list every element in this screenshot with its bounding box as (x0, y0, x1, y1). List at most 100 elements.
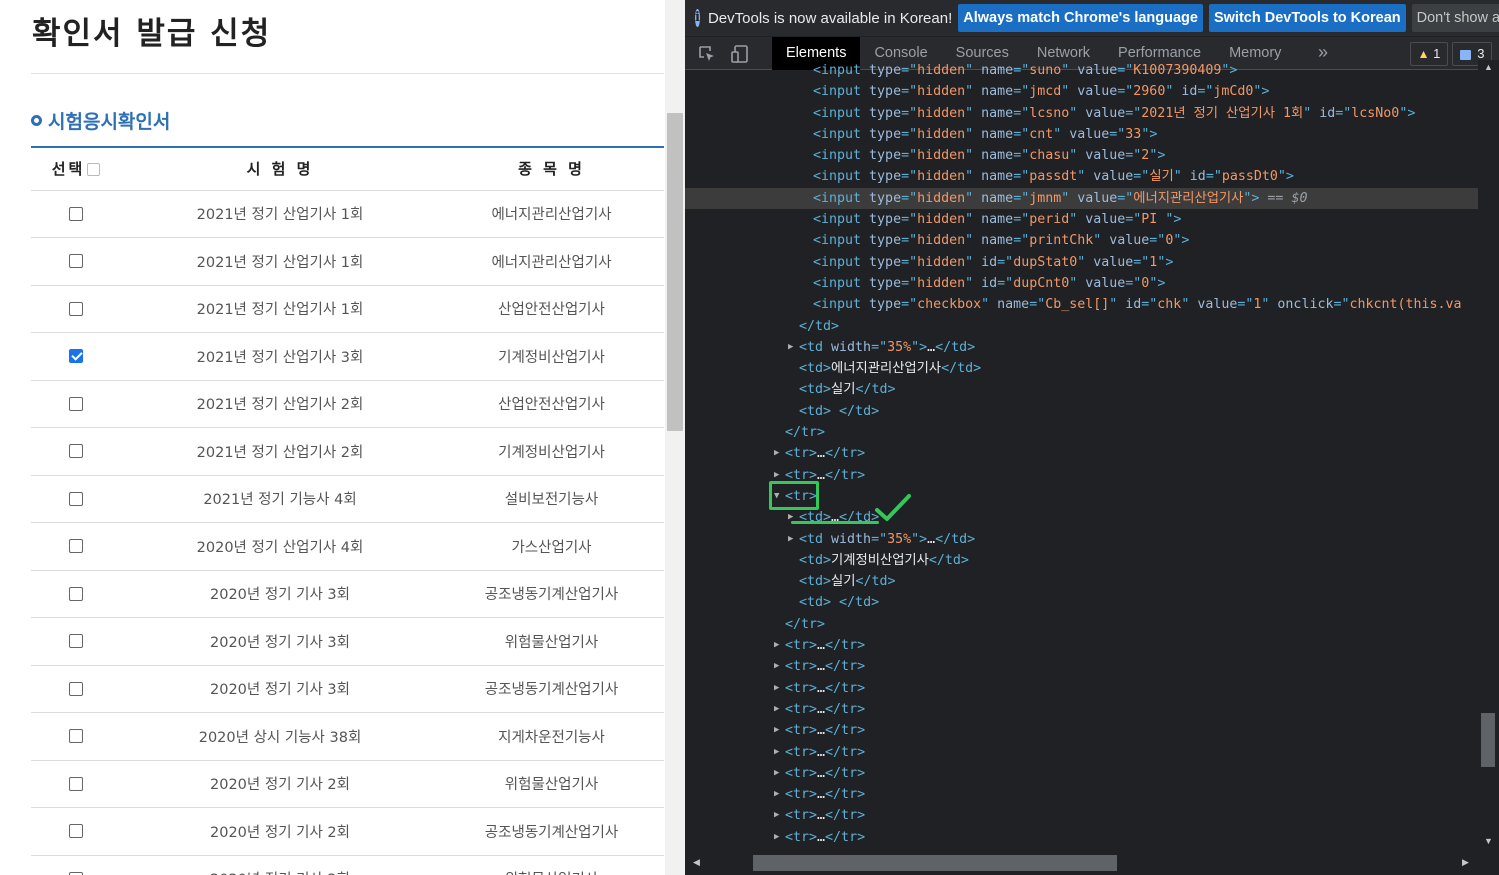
dom-tree-line[interactable]: <input type="hidden" name="chasu" value=… (685, 145, 1478, 166)
page-scrollbar[interactable] (665, 0, 685, 875)
expand-triangle-icon[interactable]: ▶ (774, 784, 779, 805)
dom-token: <td> (799, 552, 832, 568)
dom-tree-line[interactable]: </tr> (685, 614, 1478, 635)
dom-tree-line[interactable]: ▶ <tr>…</tr> (685, 827, 1478, 848)
expand-triangle-icon[interactable]: ▶ (774, 699, 779, 720)
page-scrollbar-thumb[interactable] (667, 113, 683, 431)
dom-tree-line[interactable]: ▶ <tr>…</tr> (685, 635, 1478, 656)
dom-token: lcsNo0 (1351, 105, 1400, 121)
dom-tree-line[interactable]: <td>실기</td> (685, 571, 1478, 592)
dom-tree-line[interactable]: <td> </td> (685, 401, 1478, 422)
dom-tree-line[interactable]: ▶ <tr>…</tr> (685, 784, 1478, 805)
row-checkbox[interactable] (69, 301, 83, 316)
expand-triangle-icon[interactable]: ▶ (774, 827, 779, 848)
dom-token: type (869, 169, 902, 185)
dom-tree-line[interactable]: <input type="hidden" name="suno" value="… (685, 60, 1478, 81)
scroll-left-icon[interactable]: ◀ (693, 857, 700, 868)
dom-tree-line[interactable]: ▶ <tr>…</tr> (685, 805, 1478, 826)
row-checkbox[interactable] (69, 539, 83, 554)
dom-tree-line[interactable]: <td>에너지관리산업기사</td> (685, 358, 1478, 379)
dom-tree-line[interactable]: ▶ <td>…</td> (685, 507, 1478, 528)
dom-tree-horizontal-thumb[interactable] (753, 855, 1117, 871)
dom-token: =" (901, 297, 918, 313)
dom-tree-line[interactable]: ▶ <tr>…</tr> (685, 443, 1478, 464)
scroll-down-icon[interactable]: ▼ (1484, 836, 1493, 846)
dom-tree-line[interactable]: <input type="hidden" name="perid" value=… (685, 209, 1478, 230)
row-checkbox[interactable] (69, 396, 83, 411)
row-checkbox[interactable] (69, 586, 83, 601)
dom-tree-line[interactable]: </tr> (685, 422, 1478, 443)
dom-token: =" (1125, 105, 1142, 121)
expand-triangle-icon[interactable]: ▶ (774, 656, 779, 677)
dom-tree-line[interactable]: ▶ <tr>…</tr> (685, 678, 1478, 699)
exam-name-cell: 2021년 정기 산업기사 3회 (121, 332, 439, 381)
dom-token: "> (1149, 275, 1166, 291)
row-checkbox[interactable] (69, 729, 83, 744)
dom-tree-line[interactable]: <input type="hidden" name="jmcd" value="… (685, 81, 1478, 102)
dom-tree-line[interactable]: <input type="hidden" id="dupCnt0" value=… (685, 273, 1478, 294)
expand-triangle-icon[interactable]: ▶ (774, 635, 779, 656)
dom-tree-line[interactable]: <td> </td> (685, 592, 1478, 613)
dom-tree-line[interactable]: ▶ <td width="35%">…</td> (685, 337, 1478, 358)
section-heading: 시험응시확인서 (31, 107, 170, 134)
dom-tree-line[interactable]: <input type="checkbox" name="Cb_sel[]" i… (685, 294, 1478, 315)
dom-token: "> (1157, 254, 1174, 270)
dom-token: … (817, 744, 826, 760)
dom-tree-line[interactable]: <input type="hidden" name="lcsno" value=… (685, 103, 1478, 124)
scroll-up-icon[interactable]: ▲ (1484, 62, 1493, 72)
dont-show-again-button[interactable]: Don't show a (1411, 4, 1499, 32)
dom-token: <input (813, 126, 870, 142)
dom-token: hidden (917, 148, 966, 164)
expand-triangle-icon[interactable]: ▶ (774, 720, 779, 741)
dom-tree-line[interactable]: <input type="hidden" name="cnt" value="3… (685, 124, 1478, 145)
dom-token: hidden (917, 233, 966, 249)
row-checkbox[interactable] (69, 681, 83, 696)
row-checkbox[interactable] (69, 776, 83, 791)
dom-tree-line[interactable]: <input type="hidden" name="printChk" val… (685, 230, 1478, 251)
row-checkbox[interactable] (69, 824, 83, 839)
dom-tree-line[interactable]: </td> (685, 316, 1478, 337)
dom-tree-line[interactable]: <input type="hidden" name="jmnm" value="… (685, 187, 1478, 210)
table-row: 2021년 정기 산업기사 2회 산업안전산업기사 (31, 380, 664, 428)
dom-tree-line[interactable]: ▶ <td width="35%">…</td> (685, 529, 1478, 550)
expand-triangle-icon[interactable]: ▶ (774, 678, 779, 699)
dom-tree-line[interactable]: ▶ <tr>…</tr> (685, 699, 1478, 720)
dom-tree-line[interactable]: ▶ <tr>…</tr> (685, 656, 1478, 677)
expand-triangle-icon[interactable]: ▶ (788, 529, 793, 550)
always-match-language-button[interactable]: Always match Chrome's language (958, 4, 1203, 32)
row-checkbox[interactable] (69, 206, 83, 221)
dom-token: … (817, 808, 826, 824)
row-checkbox[interactable] (69, 491, 83, 506)
dom-tree-line[interactable]: ▶ <tr>…</tr> (685, 742, 1478, 763)
table-row: 2020년 정기 기사 2회위험물산업기사 (31, 855, 664, 875)
expand-triangle-icon[interactable]: ▶ (788, 507, 793, 528)
expand-triangle-icon[interactable]: ▶ (774, 763, 779, 784)
dom-tree-vertical-thumb[interactable] (1481, 713, 1495, 767)
dom-token: name (981, 212, 1014, 228)
dom-token: printChk (1029, 233, 1094, 249)
dom-tree-vertical-scrollbar[interactable]: ▲ ▼ (1478, 60, 1499, 852)
dom-tree-line[interactable]: <input type="hidden" id="dupStat0" value… (685, 252, 1478, 273)
dom-tree-line[interactable]: <td>기계정비산업기사</td> (685, 550, 1478, 571)
dom-tree-horizontal-scrollbar[interactable]: ◀ ▶ (685, 852, 1478, 875)
dom-tree-line[interactable]: ▶ <tr>…</tr> (685, 720, 1478, 741)
dom-token: " (1069, 212, 1086, 228)
dom-token: <input (813, 190, 870, 206)
dom-token: hidden (917, 275, 966, 291)
expand-triangle-icon[interactable]: ▶ (788, 337, 793, 358)
elements-dom-tree[interactable]: <input type="hidden" name="suno" value="… (685, 60, 1478, 852)
dom-tree-line[interactable]: <input type="hidden" name="passdt" value… (685, 166, 1478, 187)
scroll-right-icon[interactable]: ▶ (1462, 857, 1469, 868)
row-checkbox[interactable] (69, 349, 83, 364)
table-body: 2021년 정기 산업기사 1회 에너지관리산업기사 2021년 정기 산업기사 1… (31, 190, 664, 875)
expand-triangle-icon[interactable]: ▶ (774, 443, 779, 464)
select-all-checkbox[interactable] (87, 163, 101, 177)
expand-triangle-icon[interactable]: ▶ (774, 805, 779, 826)
expand-triangle-icon[interactable]: ▶ (774, 742, 779, 763)
row-checkbox[interactable] (69, 444, 83, 459)
row-checkbox[interactable] (69, 634, 83, 649)
dom-tree-line[interactable]: <td>실기</td> (685, 379, 1478, 400)
switch-to-korean-button[interactable]: Switch DevTools to Korean (1208, 4, 1406, 32)
dom-tree-line[interactable]: ▶ <tr>…</tr> (685, 763, 1478, 784)
row-checkbox[interactable] (69, 254, 83, 269)
